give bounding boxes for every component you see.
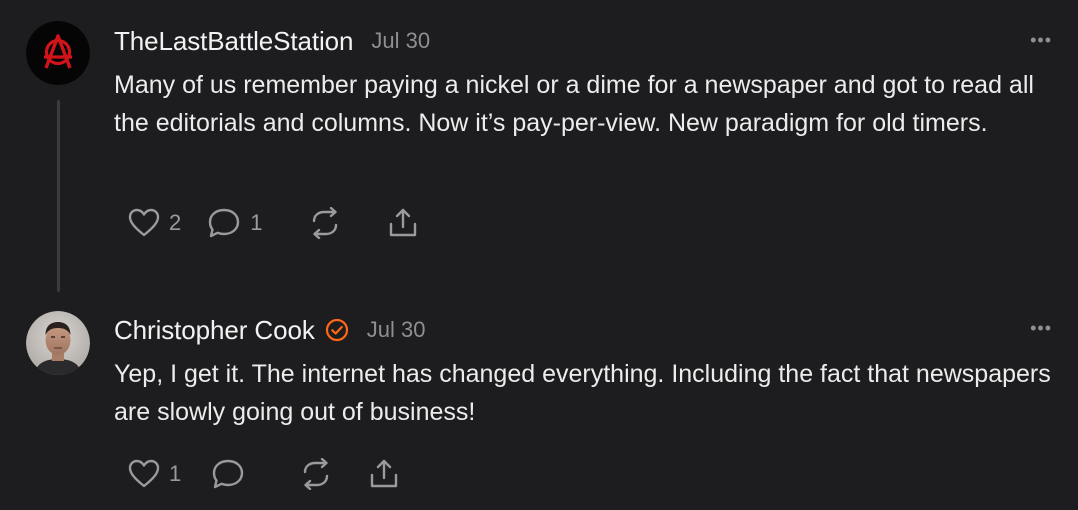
comment-header: TheLastBattleStation Jul 30	[114, 24, 430, 58]
comment-actions: 2 1	[128, 205, 419, 241]
anarchy-symbol-icon	[26, 21, 90, 85]
share-button[interactable]	[387, 207, 419, 239]
comment-actions: 1	[128, 456, 400, 492]
comment-date[interactable]: Jul 30	[367, 317, 426, 343]
profile-photo	[26, 311, 90, 375]
heart-icon	[128, 459, 160, 488]
thread-connector-line	[57, 100, 60, 292]
reply-button[interactable]: 1	[207, 207, 263, 239]
restack-icon	[304, 458, 329, 490]
avatar[interactable]	[26, 21, 90, 85]
share-button[interactable]	[368, 458, 400, 490]
heart-icon	[128, 208, 160, 237]
restack-button[interactable]	[300, 458, 332, 490]
reply-count: 1	[250, 210, 263, 235]
author-name[interactable]: TheLastBattleStation	[114, 26, 353, 57]
like-button[interactable]: 1	[128, 459, 181, 489]
avatar[interactable]	[26, 311, 90, 375]
share-icon	[389, 208, 416, 237]
comment-header: Christopher Cook Jul 30	[114, 313, 425, 347]
like-count: 1	[169, 461, 182, 486]
verified-badge-icon	[325, 318, 349, 342]
comment-bubble-icon	[209, 208, 240, 238]
restack-button[interactable]	[309, 207, 341, 239]
like-button[interactable]: 2	[128, 208, 181, 238]
comment-body: Yep, I get it. The internet has changed …	[114, 360, 1051, 426]
comment-bubble-icon	[213, 459, 244, 489]
share-icon	[371, 459, 398, 488]
author-name[interactable]: Christopher Cook	[114, 315, 315, 346]
more-options-icon[interactable]: •••	[1030, 318, 1052, 339]
reply-button[interactable]	[211, 458, 254, 490]
comment-date[interactable]: Jul 30	[371, 28, 430, 54]
comment-thread: TheLastBattleStation Jul 30 ••• Many of …	[0, 0, 1078, 510]
comment-body: Many of us remember paying a nickel or a…	[114, 71, 1034, 137]
like-count: 2	[169, 210, 182, 235]
restack-icon	[312, 207, 337, 239]
more-options-icon[interactable]: •••	[1030, 30, 1052, 51]
